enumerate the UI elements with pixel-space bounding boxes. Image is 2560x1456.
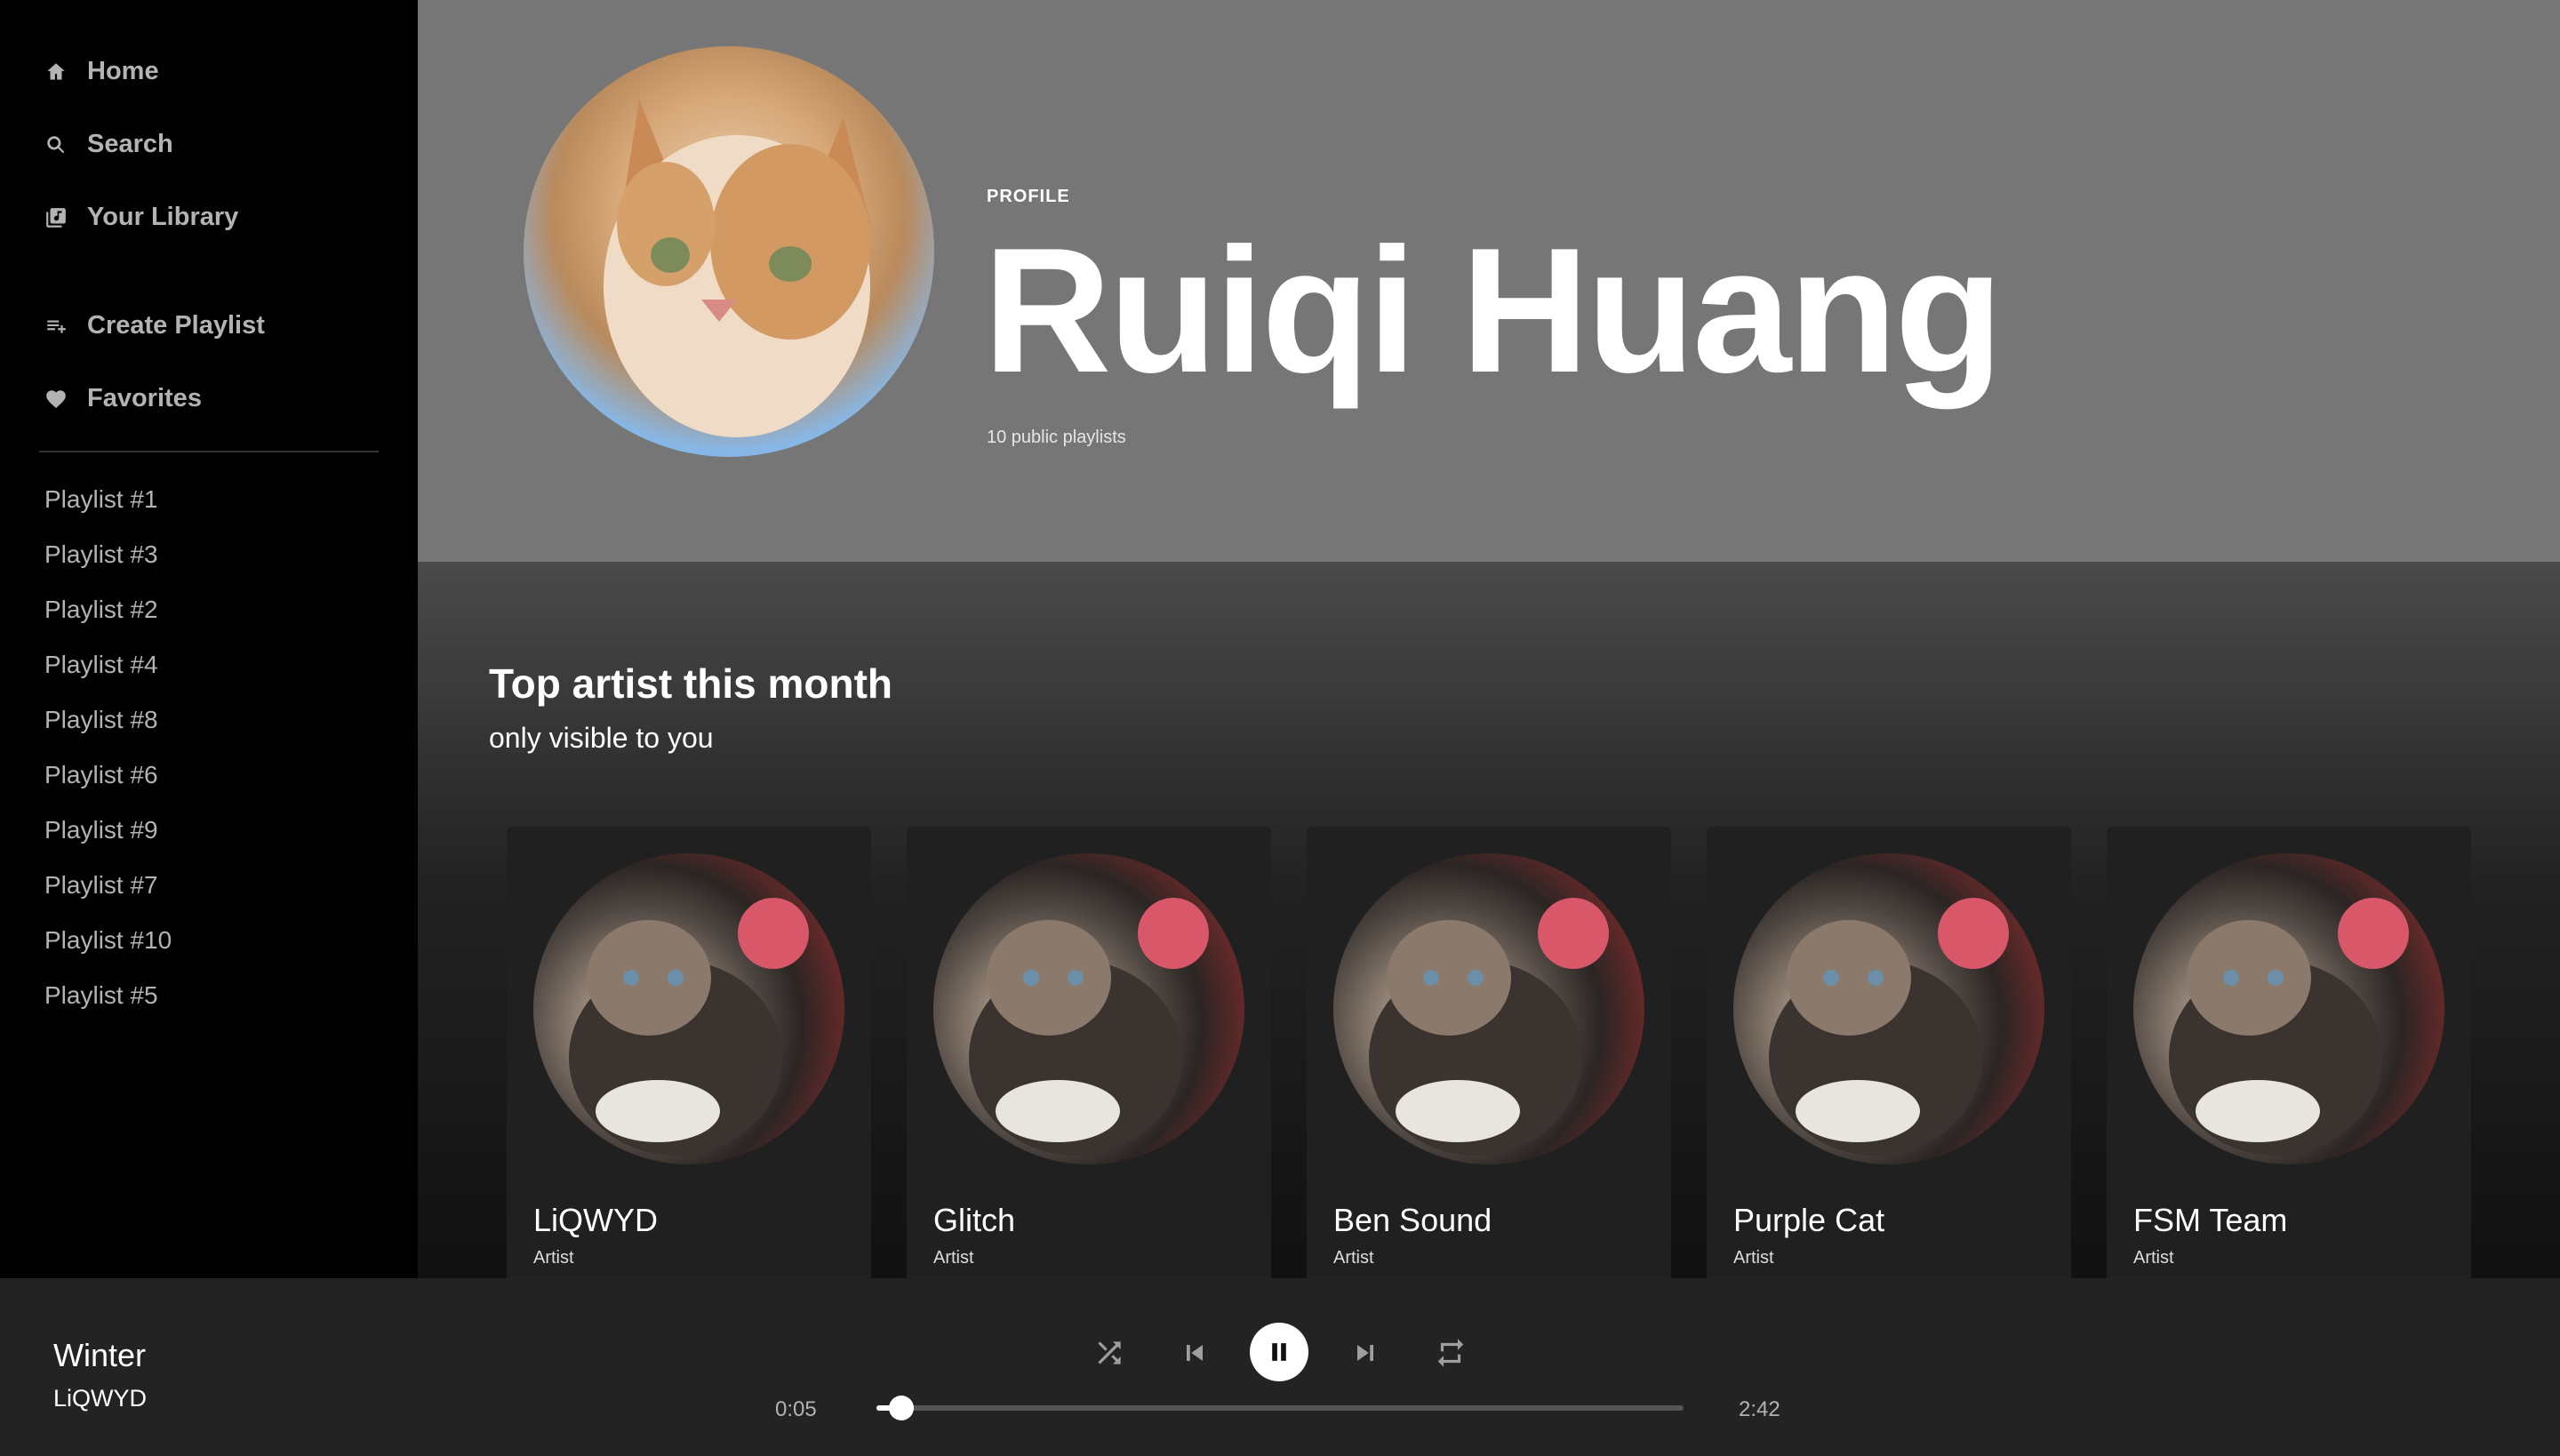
nav-library[interactable]: Your Library: [44, 203, 238, 232]
artist-type: Artist: [1733, 1248, 1774, 1268]
sidebar-playlist-item[interactable]: Playlist #3: [44, 540, 158, 569]
artist-card[interactable]: FSM Team Artist: [2107, 827, 2471, 1278]
repeat-button[interactable]: [1431, 1333, 1470, 1372]
artist-type: Artist: [2133, 1248, 2174, 1268]
artist-card[interactable]: Glitch Artist: [907, 827, 1271, 1278]
shuffle-icon: [1098, 1341, 1121, 1364]
sidebar-playlist-item[interactable]: Playlist #8: [44, 706, 158, 734]
player-bar: Winter LiQWYD 0:05 2:42: [0, 1278, 2560, 1456]
artist-image: [533, 853, 844, 1164]
sidebar: Home Search Your Library Create Playlist…: [0, 0, 418, 1278]
next-button[interactable]: [1346, 1333, 1385, 1372]
nav-favorites-label: Favorites: [87, 384, 202, 412]
nav-home-label: Home: [87, 57, 159, 85]
heart-icon: [44, 388, 68, 411]
profile-label: PROFILE: [987, 187, 1070, 206]
artist-card-list: LiQWYD Artist Glitch Artist Ben Sound Ar…: [507, 827, 2471, 1278]
sidebar-playlist-item[interactable]: Playlist #10: [44, 926, 172, 955]
shuffle-button[interactable]: [1090, 1333, 1129, 1372]
elapsed-time: 0:05: [775, 1397, 817, 1421]
repeat-icon: [1437, 1339, 1464, 1367]
artist-image: [1333, 853, 1644, 1164]
progress-bar[interactable]: [876, 1396, 1684, 1420]
progress-handle[interactable]: [889, 1396, 915, 1420]
next-icon: [1357, 1345, 1373, 1361]
sidebar-playlist-item[interactable]: Playlist #9: [44, 816, 158, 844]
now-playing-artist: LiQWYD: [53, 1385, 148, 1412]
artist-card[interactable]: LiQWYD Artist: [507, 827, 871, 1278]
previous-button[interactable]: [1175, 1333, 1214, 1372]
artist-image: [933, 853, 1244, 1164]
artist-image: [1733, 853, 2044, 1164]
nav-search-label: Search: [87, 130, 173, 158]
artist-image: [2133, 853, 2444, 1164]
artist-card[interactable]: Ben Sound Artist: [1307, 827, 1671, 1278]
profile-header: PROFILE Ruiqi Huang 10 public playlists: [418, 0, 2560, 562]
artist-name: Purple Cat: [1733, 1202, 1885, 1238]
pause-button[interactable]: [1250, 1323, 1308, 1381]
sidebar-playlist-item[interactable]: Playlist #4: [44, 651, 158, 679]
nav-search[interactable]: Search: [44, 130, 173, 159]
previous-icon: [1187, 1345, 1203, 1361]
home-icon: [44, 60, 68, 84]
public-playlists-count: 10 public playlists: [987, 428, 1126, 447]
section-title: Top artist this month: [489, 660, 893, 707]
pause-icon: [1272, 1343, 1286, 1361]
artist-type: Artist: [1333, 1248, 1374, 1268]
nav-favorites[interactable]: Favorites: [44, 384, 202, 413]
now-playing-title: Winter: [53, 1337, 147, 1373]
profile-name: Ruiqi Huang: [983, 212, 2004, 410]
artist-name: Glitch: [933, 1202, 1016, 1238]
artist-card[interactable]: Purple Cat Artist: [1707, 827, 2071, 1278]
section-subtitle: only visible to you: [489, 722, 714, 754]
sidebar-playlist-item[interactable]: Playlist #2: [44, 596, 158, 624]
nav-home[interactable]: Home: [44, 57, 159, 86]
sidebar-playlist-item[interactable]: Playlist #7: [44, 871, 158, 900]
search-icon: [44, 133, 68, 156]
profile-avatar: [524, 46, 934, 457]
total-duration: 2:42: [1739, 1397, 1780, 1421]
nav-create-playlist-label: Create Playlist: [87, 311, 265, 340]
sidebar-playlist-item[interactable]: Playlist #1: [44, 485, 158, 514]
sidebar-divider: [39, 451, 379, 452]
artist-type: Artist: [933, 1248, 974, 1268]
artist-name: Ben Sound: [1333, 1202, 1492, 1238]
nav-library-label: Your Library: [87, 203, 239, 231]
nav-create-playlist[interactable]: Create Playlist: [44, 311, 265, 340]
artist-name: FSM Team: [2133, 1202, 2288, 1238]
playlist-add-icon: [44, 315, 68, 338]
artist-name: LiQWYD: [533, 1202, 659, 1238]
library-icon: [44, 206, 68, 229]
sidebar-playlist-item[interactable]: Playlist #6: [44, 761, 158, 789]
artist-type: Artist: [533, 1248, 574, 1268]
main-content: Top artist this month only visible to yo…: [418, 562, 2560, 1278]
sidebar-playlist-item[interactable]: Playlist #5: [44, 981, 158, 1010]
